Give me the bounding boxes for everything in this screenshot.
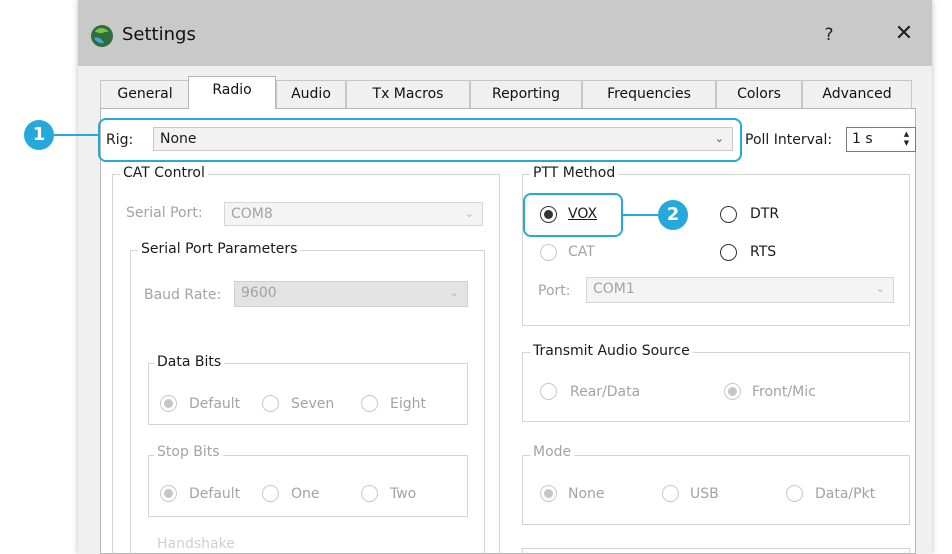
stop-bits-two-radio[interactable] (361, 485, 378, 502)
audio-front-mic-label: Front/Mic (752, 384, 816, 400)
callout-connector-1 (54, 134, 98, 136)
cat-control-title: CAT Control (120, 165, 208, 181)
ptt-dtr-radio[interactable] (720, 206, 737, 223)
audio-rear-data-label: Rear/Data (570, 384, 641, 400)
data-bits-seven-label: Seven (291, 396, 335, 412)
mode-data-pkt-label: Data/Pkt (815, 486, 876, 502)
spin-up-icon[interactable]: ▲ (900, 130, 913, 139)
serial-port-value: COM8 (231, 206, 273, 222)
data-bits-group (148, 363, 468, 425)
mode-title: Mode (530, 444, 575, 460)
tab-tx-macros[interactable]: Tx Macros (346, 80, 470, 108)
next-group-edge (522, 548, 910, 554)
audio-rear-data-radio[interactable] (540, 383, 557, 400)
stop-bits-default-radio[interactable] (160, 485, 177, 502)
mode-none-radio[interactable] (540, 485, 557, 502)
chevron-down-icon: ⌄ (875, 282, 885, 295)
tab-label: Reporting (491, 86, 561, 102)
tab-advanced[interactable]: Advanced (802, 80, 912, 108)
tab-bar: General Radio Audio Tx Macros Reporting … (78, 76, 932, 109)
ptt-port-value: COM1 (593, 281, 635, 297)
ptt-port-label: Port: (538, 283, 571, 299)
baud-rate-label: Baud Rate: (144, 287, 222, 303)
tab-reporting[interactable]: Reporting (470, 80, 582, 108)
callout-connector-2 (623, 214, 659, 216)
stop-bits-one-radio[interactable] (262, 485, 279, 502)
stop-bits-two-label: Two (390, 486, 417, 502)
help-button[interactable]: ? (814, 20, 844, 50)
ptt-dtr-label: DTR (750, 206, 780, 222)
callout-badge-1: 1 (24, 120, 54, 150)
baud-rate-combobox[interactable]: 9600 ⌄ (234, 281, 468, 307)
baud-rate-value: 9600 (241, 285, 277, 301)
data-bits-seven-radio[interactable] (262, 395, 279, 412)
spin-down-icon[interactable]: ▼ (900, 139, 913, 148)
tab-radio[interactable]: Radio (188, 76, 276, 109)
tab-label: Frequencies (607, 86, 691, 102)
ptt-port-combobox[interactable]: COM1 ⌄ (586, 277, 894, 303)
mode-data-pkt-radio[interactable] (786, 485, 803, 502)
tab-label: Tx Macros (372, 86, 444, 102)
serial-port-label: Serial Port: (126, 205, 203, 221)
title-bar: Settings ? ✕ (78, 0, 932, 66)
app-globe-icon (91, 25, 113, 47)
stop-bits-one-label: One (291, 486, 320, 502)
data-bits-default-label: Default (189, 396, 241, 412)
ptt-method-title: PTT Method (530, 165, 619, 181)
data-bits-default-radio[interactable] (160, 395, 177, 412)
ptt-cat-radio[interactable] (540, 244, 557, 261)
audio-front-mic-radio[interactable] (724, 383, 741, 400)
callout-rig-highlight (98, 118, 742, 162)
tab-audio[interactable]: Audio (276, 80, 346, 108)
mode-usb-label: USB (690, 486, 719, 502)
callout-vox-highlight (523, 193, 623, 237)
mode-usb-radio[interactable] (662, 485, 679, 502)
tab-label: Radio (212, 82, 252, 98)
chevron-down-icon: ⌄ (449, 286, 459, 299)
tab-label: Audio (291, 86, 331, 102)
callout-badge-2: 2 (658, 200, 688, 230)
data-bits-eight-radio[interactable] (361, 395, 378, 412)
data-bits-title: Data Bits (154, 354, 225, 370)
tab-colors[interactable]: Colors (716, 80, 802, 108)
stop-bits-title: Stop Bits (154, 444, 223, 460)
stop-bits-default-label: Default (189, 486, 241, 502)
ptt-cat-label: CAT (568, 244, 595, 260)
chevron-down-icon: ⌄ (464, 207, 474, 220)
data-bits-eight-label: Eight (390, 396, 426, 412)
poll-interval-value: 1 s (852, 131, 873, 147)
tab-label: Advanced (822, 86, 892, 102)
poll-interval-label: Poll Interval: (745, 132, 833, 148)
close-button[interactable]: ✕ (884, 18, 924, 50)
mode-none-label: None (568, 486, 605, 502)
tab-label: Colors (737, 86, 781, 102)
ptt-rts-label: RTS (750, 244, 777, 260)
tab-label: General (117, 86, 173, 102)
serial-port-parameters-title: Serial Port Parameters (138, 241, 301, 257)
tab-general[interactable]: General (100, 80, 190, 108)
tab-frequencies[interactable]: Frequencies (582, 80, 716, 108)
transmit-audio-source-title: Transmit Audio Source (530, 343, 693, 359)
serial-port-combobox[interactable]: COM8 ⌄ (224, 202, 483, 226)
spin-buttons[interactable]: ▲ ▼ (900, 130, 913, 149)
ptt-rts-radio[interactable] (720, 244, 737, 261)
handshake-title: Handshake (154, 536, 238, 552)
window-title: Settings (122, 24, 196, 45)
poll-interval-spinbox[interactable]: 1 s ▲ ▼ (846, 127, 916, 152)
